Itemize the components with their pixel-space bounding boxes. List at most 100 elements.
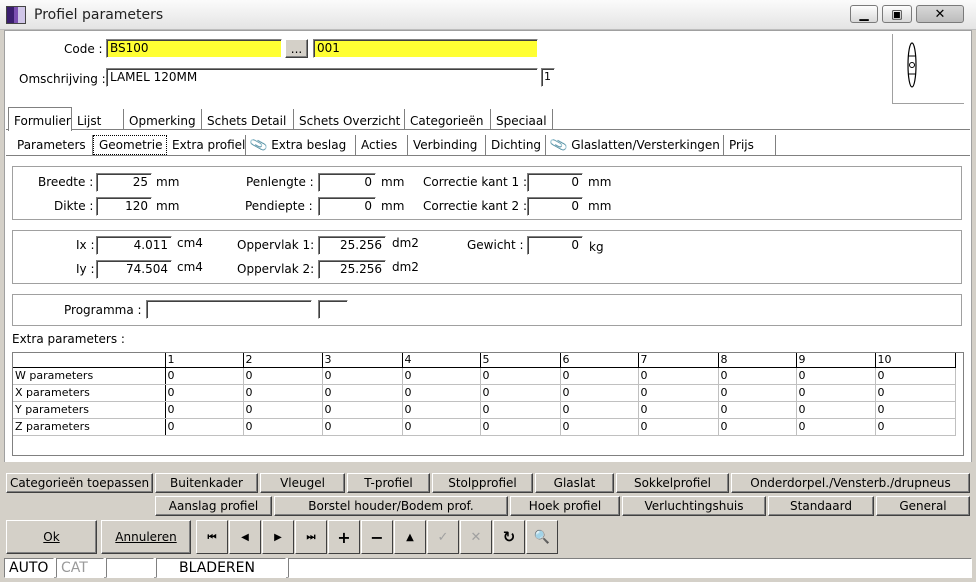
aanslag-profiel-button[interactable]: Aanslag profiel [155,496,272,516]
grid-cell[interactable]: 0 [165,367,244,385]
grid-cell[interactable]: 0 [480,418,561,436]
omschrijving-field[interactable]: LAMEL 120MM [106,68,538,87]
standaard-button[interactable]: Standaard [768,496,874,516]
grid-cell[interactable]: 0 [480,401,561,419]
delete-record-button[interactable]: − [361,520,393,554]
grid-cell[interactable]: 0 [402,418,481,436]
grid-cell[interactable]: 0 [402,401,481,419]
verluchtingshuis-button[interactable]: Verluchtingshuis [622,496,766,516]
grid-cell[interactable]: 0 [322,367,403,385]
grid-cell[interactable]: 0 [560,418,639,436]
code-field[interactable]: BS100 [106,39,282,58]
annuleren-button[interactable]: Annuleren [101,520,191,554]
stolpprofiel-button[interactable]: Stolpprofiel [432,473,533,493]
next-record-button[interactable]: ▶ [262,520,294,554]
grid-cell[interactable]: 0 [165,418,244,436]
subtab-prijs[interactable]: Prijs [724,135,776,155]
grid-cell[interactable]: 0 [875,384,956,402]
general-button[interactable]: General [876,496,970,516]
ok-button[interactable]: Ok [6,520,97,554]
pendiepte-field[interactable]: 0 [318,197,376,216]
penlengte-field[interactable]: 0 [318,173,376,192]
grid-cell[interactable]: 0 [322,384,403,402]
hoek-profiel-button[interactable]: Hoek profiel [510,496,620,516]
oppervlak1-field[interactable]: 25.256 [318,236,386,255]
grid-cell[interactable]: 0 [718,401,797,419]
tab-speciaal[interactable]: Speciaal [491,109,553,130]
gewicht-field[interactable]: 0 [527,236,583,255]
grid-col-header[interactable]: 3 [322,353,403,368]
cancel-record-button[interactable]: ✕ [460,520,492,554]
grid-cell[interactable]: 0 [638,367,719,385]
subtab-geometrie[interactable]: Geometrie [93,135,167,155]
subtab-acties[interactable]: Acties [356,135,408,155]
borstel-houder-button[interactable]: Borstel houder/Bodem prof. [274,496,508,516]
programma-field[interactable] [146,300,312,319]
grid-cell[interactable]: 0 [480,384,561,402]
sokkelprofiel-button[interactable]: Sokkelprofiel [616,473,729,493]
subtab-verbinding[interactable]: Verbinding [408,135,486,155]
grid-col-header[interactable]: 10 [875,353,956,368]
edit-record-button[interactable]: ▲ [394,520,426,554]
grid-cell[interactable]: 0 [243,418,323,436]
tab-categorieen[interactable]: Categorieën [405,109,491,130]
grid-cell[interactable]: 0 [322,418,403,436]
grid-cell[interactable]: 0 [718,418,797,436]
tab-schets-overzicht[interactable]: Schets Overzicht [294,109,405,130]
iy-field[interactable]: 74.504 [96,260,172,279]
subtab-glaslatten[interactable]: 📎 Glaslatten/Versterkingen [546,135,724,155]
t-profiel-button[interactable]: T-profiel [347,473,430,493]
subtab-dichting[interactable]: Dichting [486,135,546,155]
vleugel-button[interactable]: Vleugel [260,473,345,493]
tab-formulier[interactable]: Formulier [8,107,72,131]
glaslat-button[interactable]: Glaslat [535,473,614,493]
grid-col-header[interactable]: 8 [718,353,797,368]
grid-col-header[interactable]: 9 [796,353,876,368]
correctie2-field[interactable]: 0 [527,197,583,216]
grid-cell[interactable]: 0 [560,401,639,419]
grid-col-header[interactable]: 1 [165,353,244,368]
grid-cell[interactable]: 0 [165,401,244,419]
tab-schets-detail[interactable]: Schets Detail [202,109,294,130]
grid-cell[interactable]: 0 [638,401,719,419]
grid-cell[interactable]: 0 [243,401,323,419]
code-sub-field[interactable]: 001 [313,39,538,58]
code-browse-button[interactable]: ... [285,39,308,58]
grid-cell[interactable]: 0 [796,401,876,419]
tab-lijst[interactable]: Lijst [72,109,124,130]
grid-cell[interactable]: 0 [243,367,323,385]
find-button[interactable]: 🔍 [526,520,558,554]
grid-cell[interactable]: 0 [875,367,956,385]
first-record-button[interactable]: ⏮ [196,520,228,554]
tab-opmerking[interactable]: Opmerking [124,109,202,130]
buitenkader-button[interactable]: Buitenkader [155,473,258,493]
grid-cell[interactable]: 0 [796,367,876,385]
grid-cell[interactable]: 0 [165,384,244,402]
ix-field[interactable]: 4.011 [96,236,172,255]
grid-cell[interactable]: 0 [875,401,956,419]
grid-cell[interactable]: 0 [480,367,561,385]
grid-cell[interactable]: 0 [875,418,956,436]
grid-col-header[interactable]: 5 [480,353,561,368]
grid-cell[interactable]: 0 [322,401,403,419]
grid-cell[interactable]: 0 [796,384,876,402]
grid-cell[interactable]: 0 [560,384,639,402]
grid-cell[interactable]: 0 [638,384,719,402]
last-record-button[interactable]: ⏭ [295,520,327,554]
grid-cell[interactable]: 0 [796,418,876,436]
correctie1-field[interactable]: 0 [527,173,583,192]
post-record-button[interactable]: ✓ [427,520,459,554]
oppervlak2-field[interactable]: 25.256 [318,260,386,279]
grid-col-header[interactable]: 2 [243,353,323,368]
maximize-button[interactable]: ▣ [882,5,912,23]
grid-col-header[interactable]: 7 [638,353,719,368]
add-record-button[interactable]: + [328,520,360,554]
close-button[interactable]: ✕ [916,5,964,23]
grid-col-header[interactable]: 4 [402,353,481,368]
onderdorpel-button[interactable]: Onderdorpel./Vensterb./drupneus [731,473,970,493]
dikte-field[interactable]: 120 [96,197,152,216]
subtab-extra-profiel[interactable]: Extra profiel [167,135,246,155]
grid-cell[interactable]: 0 [243,384,323,402]
grid-col-header[interactable]: 6 [560,353,639,368]
grid-cell[interactable]: 0 [560,367,639,385]
